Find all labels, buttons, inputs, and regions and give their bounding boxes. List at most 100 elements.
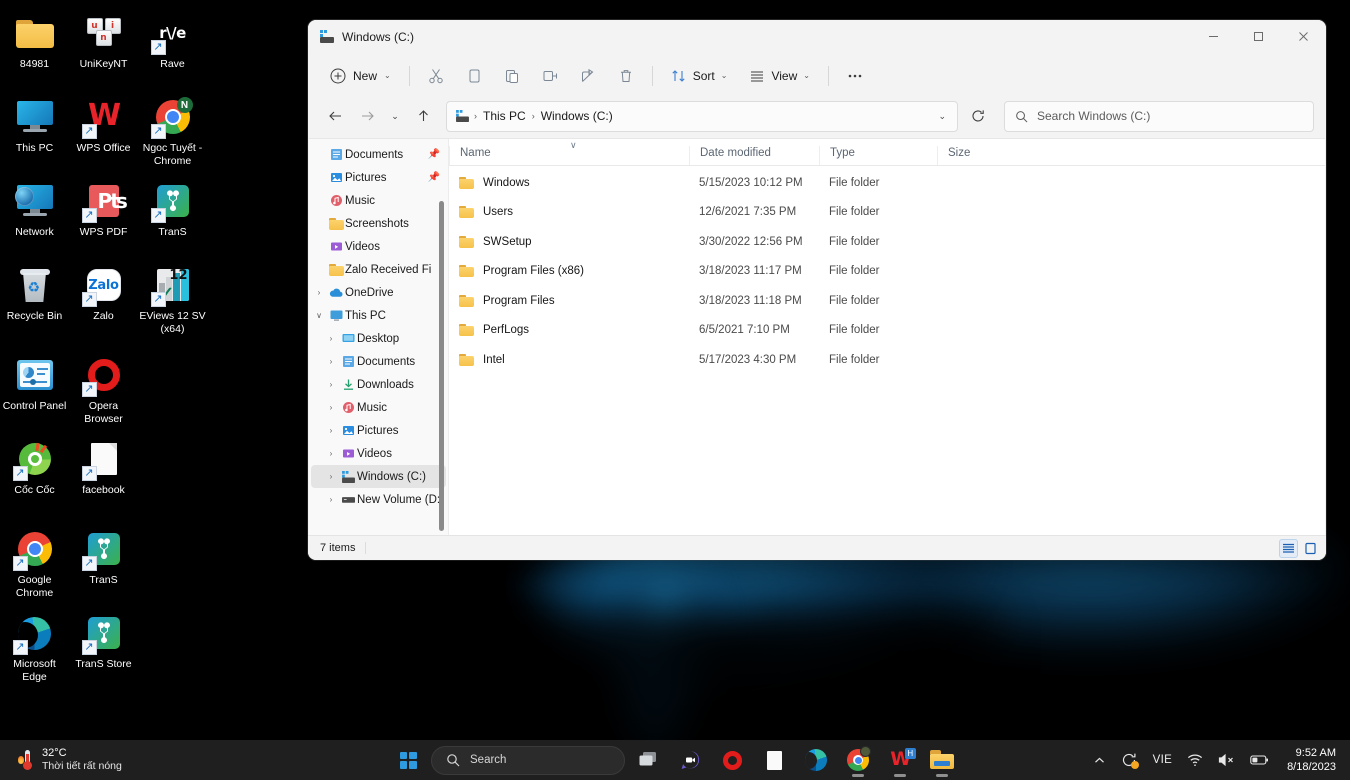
table-row[interactable]: Intel 5/17/2023 4:30 PM File folder — [449, 345, 1325, 375]
breadcrumb-dropdown-button[interactable]: ⌄ — [931, 111, 953, 122]
system-tray[interactable]: VIE 9:52 AM 8/18/2023 — [1090, 740, 1340, 780]
navigation-scrollbar[interactable] — [437, 139, 447, 535]
nav-item-music-quick[interactable]: Music — [311, 189, 446, 212]
search-input[interactable]: Search Windows (C:) — [1037, 109, 1150, 123]
chevron-right-icon[interactable]: › — [323, 334, 339, 343]
nav-item-screenshots[interactable]: Screenshots — [311, 212, 446, 235]
tray-language-indicator[interactable]: VIE — [1150, 750, 1175, 770]
address-bar[interactable]: ⌄ › This PC › Windows (C:) ⌄ — [308, 98, 1326, 138]
nav-item-videos-quick[interactable]: Videos — [311, 235, 446, 258]
desktop-icon-unikeynt[interactable]: u i n UniKeyNT — [69, 6, 138, 90]
table-row[interactable]: Windows 5/15/2023 10:12 PM File folder — [449, 168, 1325, 198]
new-button[interactable]: New ⌄ — [320, 60, 401, 92]
tray-overflow-button[interactable] — [1090, 750, 1109, 771]
nav-item-music[interactable]: › Music — [311, 396, 446, 419]
refresh-button[interactable] — [963, 101, 993, 131]
taskbar-edge-button[interactable] — [797, 742, 835, 778]
up-button[interactable] — [408, 101, 438, 131]
chevron-right-icon[interactable]: › — [311, 288, 327, 297]
large-icons-view-button[interactable] — [1301, 539, 1320, 558]
back-button[interactable] — [320, 101, 350, 131]
copy-button[interactable] — [456, 60, 492, 92]
chevron-right-icon[interactable]: › — [323, 380, 339, 389]
navigation-scrollbar-thumb[interactable] — [439, 201, 444, 531]
file-list-pane[interactable]: ∨ Name Date modified Type Size Windows 5… — [449, 139, 1325, 535]
desktop-icon-this-pc[interactable]: This PC — [0, 90, 69, 174]
taskbar-search-input[interactable]: Search — [470, 754, 506, 766]
desktop-icon-trans-2[interactable]: ↗ TranS — [69, 522, 138, 606]
breadcrumb[interactable]: › This PC › Windows (C:) ⌄ — [446, 101, 958, 132]
taskbar-file-button[interactable] — [755, 742, 793, 778]
desktop-icon-ngoc-tuyet-chrome[interactable]: N ↗ Ngoc Tuyết - Chrome — [138, 90, 207, 174]
table-row[interactable]: Users 12/6/2021 7:35 PM File folder — [449, 198, 1325, 228]
tray-battery-icon[interactable] — [1247, 750, 1272, 770]
desktop-icon-eviews[interactable]: ✓12 ↗ EViews 12 SV (x64) — [138, 258, 207, 342]
minimize-button[interactable] — [1191, 20, 1236, 53]
details-view-button[interactable] — [1279, 539, 1298, 558]
desktop-icon-coccoc[interactable]: ↗ Cốc Cốc — [0, 432, 69, 516]
taskbar-file-explorer-button[interactable] — [923, 742, 961, 778]
paste-button[interactable] — [494, 60, 530, 92]
forward-button[interactable] — [352, 101, 382, 131]
desktop-icon-wps-office[interactable]: W ↗ WPS Office — [69, 90, 138, 174]
taskbar[interactable]: 32°C Thời tiết rất nóng Search — [0, 740, 1350, 780]
chevron-down-icon[interactable]: ∨ — [311, 311, 327, 320]
nav-item-documents[interactable]: › Documents — [311, 350, 446, 373]
desktop-icon-wps-pdf[interactable]: ₧ ↗ WPS PDF — [69, 174, 138, 258]
desktop-icon-facebook[interactable]: ↗ facebook — [69, 432, 138, 516]
title-bar[interactable]: Windows (C:) — [308, 20, 1326, 53]
desktop-icon-network[interactable]: Network — [0, 174, 69, 258]
desktop-icon-control-panel[interactable]: Control Panel — [0, 348, 69, 432]
column-headers[interactable]: ∨ Name Date modified Type Size — [449, 139, 1325, 166]
breadcrumb-windows-c[interactable]: Windows (C:) — [536, 106, 618, 126]
share-button[interactable] — [570, 60, 606, 92]
column-header-date-modified[interactable]: Date modified — [689, 146, 819, 165]
table-row[interactable]: SWSetup 3/30/2022 12:56 PM File folder — [449, 227, 1325, 257]
nav-item-desktop[interactable]: › Desktop — [311, 327, 446, 350]
nav-item-pictures[interactable]: › Pictures — [311, 419, 446, 442]
clock[interactable]: 9:52 AM 8/18/2023 — [1281, 746, 1340, 774]
nav-item-videos[interactable]: › Videos — [311, 442, 446, 465]
taskbar-wps-office-button[interactable]: W H — [881, 742, 919, 778]
chevron-right-icon[interactable]: › — [323, 449, 339, 458]
table-row[interactable]: Program Files 3/18/2023 11:18 PM File fo… — [449, 286, 1325, 316]
table-row[interactable]: PerfLogs 6/5/2021 7:10 PM File folder — [449, 316, 1325, 346]
desktop-icon-trans[interactable]: ↗ TranS — [138, 174, 207, 258]
nav-item-pictures-quick[interactable]: Pictures 📌 — [311, 166, 446, 189]
desktop-icon-google-chrome[interactable]: ↗ Google Chrome — [0, 522, 69, 606]
nav-item-zalo-received-files[interactable]: Zalo Received Fi — [311, 258, 446, 281]
navigation-pane[interactable]: Documents 📌 Pictures 📌 Music — [309, 139, 449, 535]
breadcrumb-this-pc[interactable]: This PC — [478, 106, 531, 126]
tray-volume-muted-icon[interactable] — [1215, 749, 1238, 771]
taskbar-task-view-button[interactable] — [629, 742, 667, 778]
command-bar[interactable]: New ⌄ — [308, 53, 1326, 98]
file-explorer-window[interactable]: Windows (C:) New ⌄ — [308, 20, 1326, 560]
nav-item-windows-c[interactable]: › Windows (C:) — [311, 465, 446, 488]
close-button[interactable] — [1281, 20, 1326, 53]
chevron-right-icon[interactable]: › — [323, 403, 339, 412]
column-header-type[interactable]: Type — [819, 146, 937, 165]
taskbar-search-box[interactable]: Search — [431, 746, 625, 775]
weather-widget[interactable]: 32°C Thời tiết rất nóng — [0, 740, 122, 780]
tray-update-icon[interactable] — [1118, 748, 1141, 772]
column-header-name[interactable]: Name — [449, 146, 689, 165]
view-button[interactable]: View ⌄ — [739, 60, 820, 92]
tray-network-icon[interactable] — [1184, 749, 1206, 771]
chevron-right-icon[interactable]: › — [323, 495, 339, 504]
cut-button[interactable] — [418, 60, 454, 92]
delete-button[interactable] — [608, 60, 644, 92]
nav-item-onedrive[interactable]: › OneDrive — [311, 281, 446, 304]
chevron-right-icon[interactable]: › — [323, 426, 339, 435]
nav-item-this-pc[interactable]: ∨ This PC — [311, 304, 446, 327]
nav-item-documents-quick[interactable]: Documents 📌 — [311, 143, 446, 166]
taskbar-chat-button[interactable] — [671, 742, 709, 778]
maximize-button[interactable] — [1236, 20, 1281, 53]
chevron-right-icon[interactable]: › — [323, 472, 339, 481]
desktop-icon-opera[interactable]: ↗ Opera Browser — [69, 348, 138, 432]
desktop-icon-trans-store[interactable]: ↗ TranS Store — [69, 606, 138, 690]
taskbar-opera-button[interactable] — [713, 742, 751, 778]
start-button[interactable] — [389, 742, 427, 778]
desktop-icon-84981[interactable]: 84981 — [0, 6, 69, 90]
table-row[interactable]: Program Files (x86) 3/18/2023 11:17 PM F… — [449, 257, 1325, 287]
chevron-right-icon[interactable]: › — [323, 357, 339, 366]
